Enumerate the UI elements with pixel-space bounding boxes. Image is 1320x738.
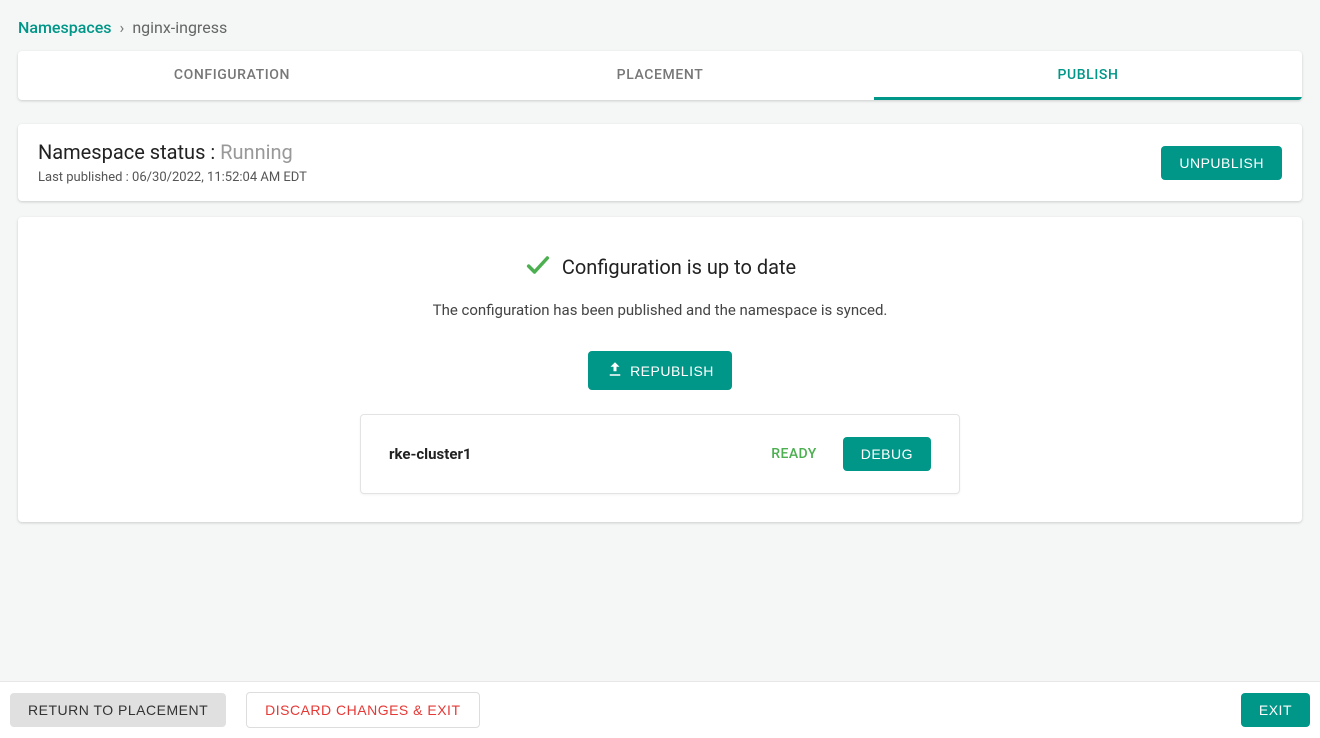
config-headline: Configuration is up to date — [562, 255, 796, 279]
cluster-card: rke-cluster1 READY DEBUG — [360, 414, 960, 494]
config-subtext: The configuration has been published and… — [433, 301, 888, 319]
cluster-status: READY — [771, 446, 816, 462]
republish-label: REPUBLISH — [630, 363, 714, 379]
last-published: Last published : 06/30/2022, 11:52:04 AM… — [38, 170, 307, 185]
check-icon — [524, 251, 552, 283]
upload-icon — [606, 360, 624, 381]
status-card: Namespace status : Running Last publishe… — [18, 124, 1302, 201]
breadcrumb: Namespaces › nginx-ingress — [18, 18, 1302, 37]
last-published-value: 06/30/2022, 11:52:04 AM EDT — [132, 170, 307, 185]
publish-main-card: Configuration is up to date The configur… — [18, 217, 1302, 522]
breadcrumb-current: nginx-ingress — [132, 18, 227, 37]
breadcrumb-separator: › — [120, 18, 125, 37]
last-published-label: Last published : — [38, 170, 132, 185]
breadcrumb-root-link[interactable]: Namespaces — [18, 18, 112, 37]
debug-button[interactable]: DEBUG — [843, 437, 931, 471]
tab-configuration[interactable]: CONFIGURATION — [18, 51, 446, 100]
tab-publish[interactable]: PUBLISH — [874, 51, 1302, 100]
namespace-status-value: Running — [220, 140, 293, 164]
return-to-placement-button[interactable]: RETURN TO PLACEMENT — [10, 693, 226, 727]
tabs: CONFIGURATION PLACEMENT PUBLISH — [18, 51, 1302, 100]
footer-bar: RETURN TO PLACEMENT DISCARD CHANGES & EX… — [0, 681, 1320, 738]
exit-button[interactable]: EXIT — [1241, 693, 1310, 727]
cluster-name: rke-cluster1 — [389, 445, 472, 463]
discard-changes-button[interactable]: DISCARD CHANGES & EXIT — [246, 692, 479, 728]
unpublish-button[interactable]: UNPUBLISH — [1161, 146, 1282, 180]
namespace-status-title: Namespace status : Running — [38, 140, 307, 164]
namespace-status-label: Namespace status : — [38, 140, 220, 164]
tab-placement[interactable]: PLACEMENT — [446, 51, 874, 100]
republish-button[interactable]: REPUBLISH — [588, 351, 732, 390]
